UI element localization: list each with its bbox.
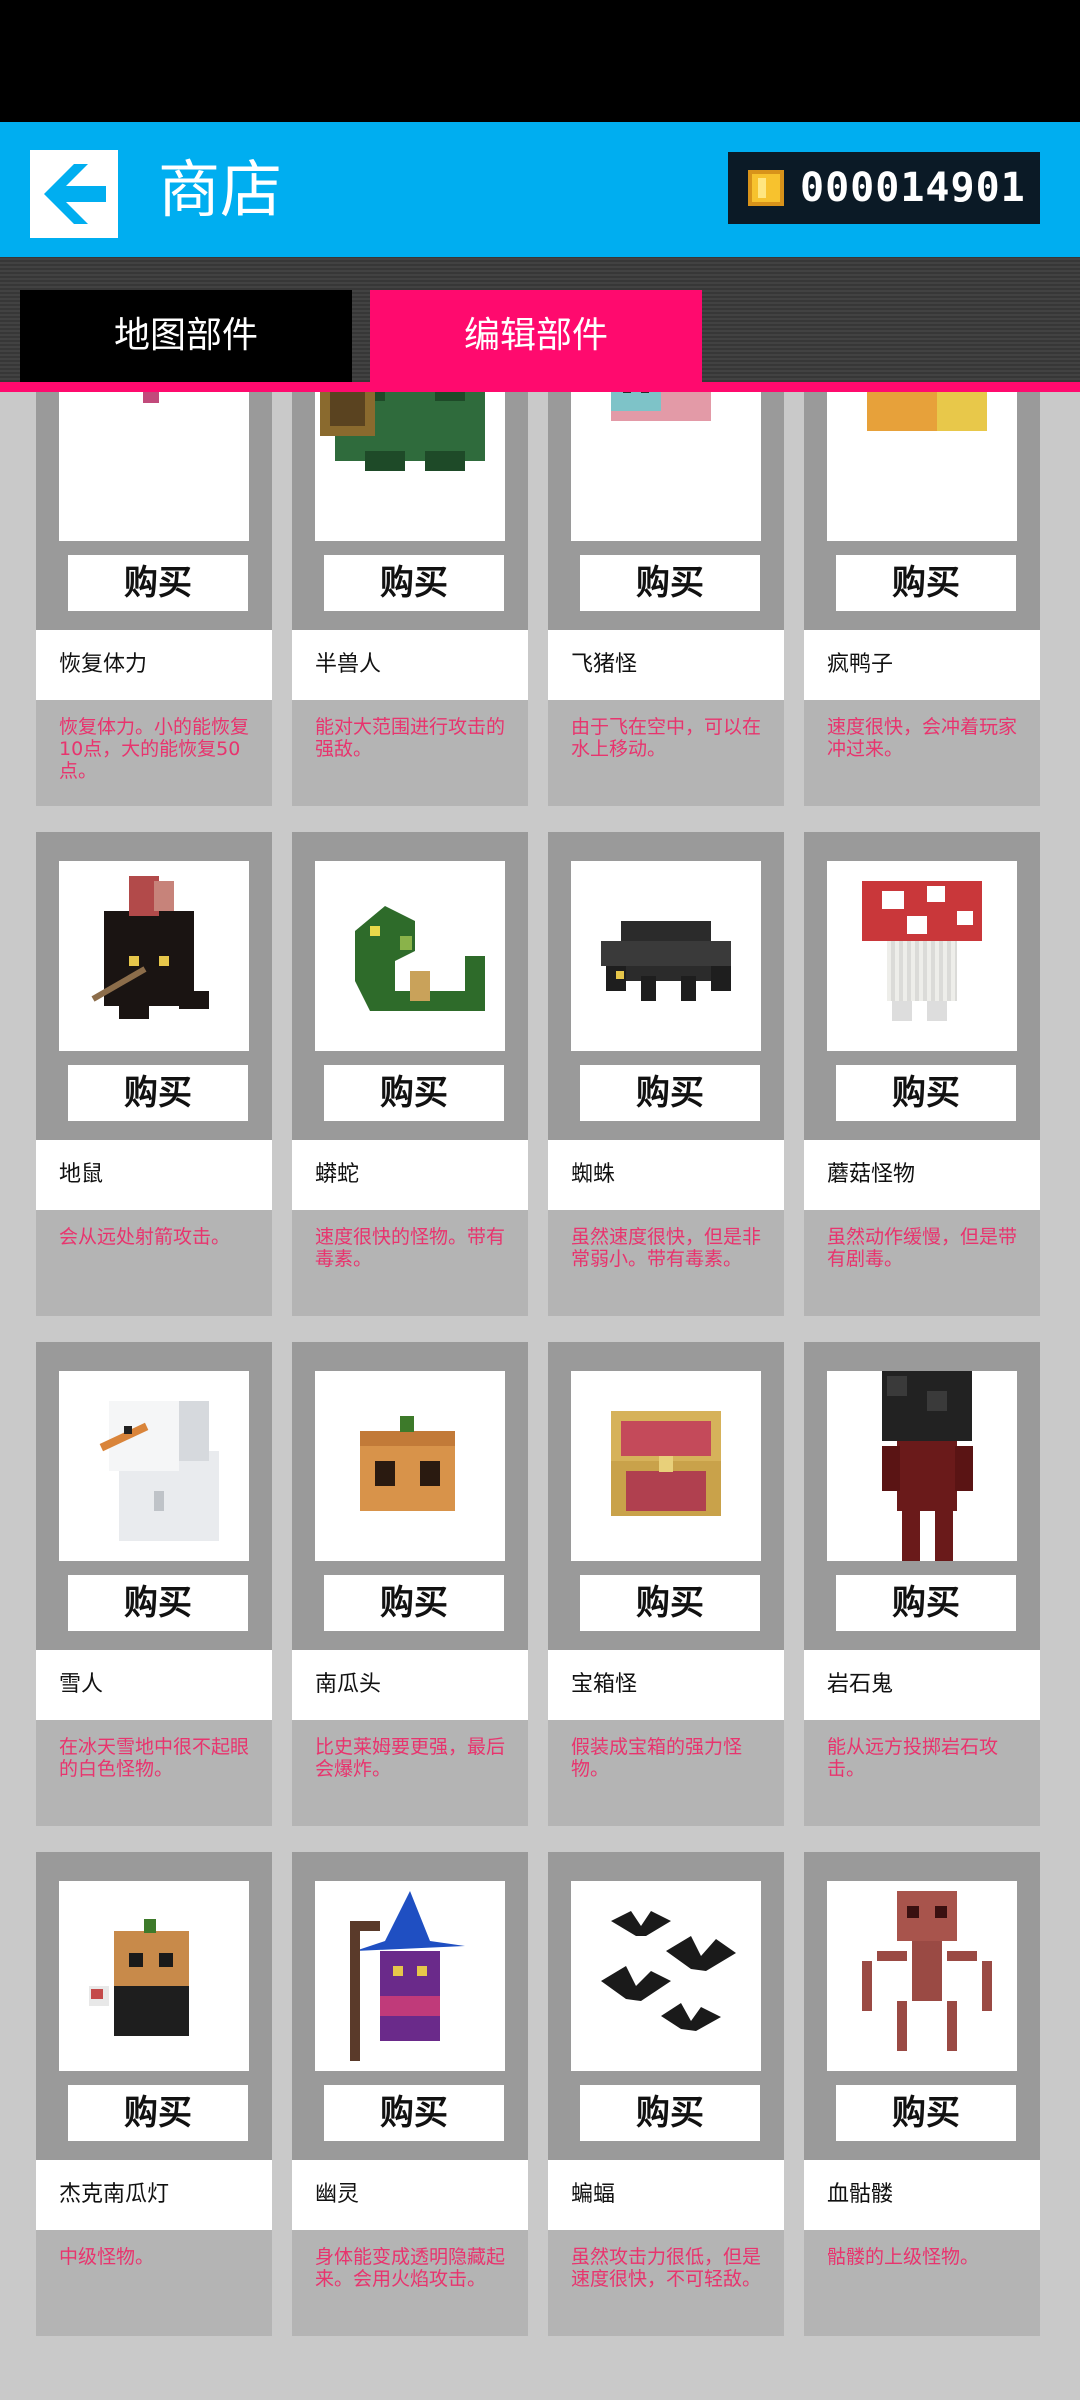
item-name: 雪人 bbox=[36, 1650, 272, 1720]
item-description: 恢复体力。小的能恢复10点，大的能恢复50点。 bbox=[59, 716, 250, 782]
item-description: 由于飞在空中，可以在水上移动。 bbox=[571, 716, 762, 760]
buy-button[interactable]: 购买 bbox=[68, 1065, 248, 1121]
item-name: 恢复体力 bbox=[36, 630, 272, 700]
buy-button[interactable]: 购买 bbox=[68, 2085, 248, 2141]
item-description: 在冰天雪地中很不起眼的白色怪物。 bbox=[59, 1736, 250, 1780]
item-description: 虽然速度很快，但是非常弱小。带有毒素。 bbox=[571, 1226, 762, 1270]
shop-item-card: 购买幽灵身体能变成透明隐藏起来。会用火焰攻击。 bbox=[292, 1852, 528, 2336]
item-name: 幽灵 bbox=[292, 2160, 528, 2230]
item-description: 会从远处射箭攻击。 bbox=[59, 1226, 231, 1248]
item-description: 能从远方投掷岩石攻击。 bbox=[827, 1736, 999, 1780]
shop-item-card: 购买地鼠会从远处射箭攻击。 bbox=[36, 832, 272, 1316]
shop-item-card: 购买杰克南瓜灯中级怪物。 bbox=[36, 1852, 272, 2336]
shop-item-card: 购买血骷髅骷髅的上级怪物。 bbox=[804, 1852, 1040, 2336]
buy-button[interactable]: 购买 bbox=[324, 2085, 504, 2141]
buy-button[interactable]: 购买 bbox=[324, 555, 504, 611]
mole-archer-icon bbox=[59, 861, 249, 1051]
mimic-chest-icon bbox=[571, 1371, 761, 1561]
shop-item-card: 购买南瓜头比史莱姆要更强，最后会爆炸。 bbox=[292, 1342, 528, 1826]
item-name: 杰克南瓜灯 bbox=[36, 2160, 272, 2230]
rock-ghost-icon bbox=[827, 1371, 1017, 1561]
shop-item-card: 购买飞猪怪由于飞在空中，可以在水上移动。 bbox=[548, 392, 784, 806]
shop-item-card: 购买蟒蛇速度很快的怪物。带有毒素。 bbox=[292, 832, 528, 1316]
item-name: 血骷髅 bbox=[804, 2160, 1040, 2230]
back-arrow-icon bbox=[44, 164, 106, 224]
buy-button[interactable]: 购买 bbox=[836, 555, 1016, 611]
item-name: 半兽人 bbox=[292, 630, 528, 700]
shop-item-card: 购买蘑菇怪物虽然动作缓慢，但是带有剧毒。 bbox=[804, 832, 1040, 1316]
crazy-duck-icon bbox=[827, 392, 1017, 541]
item-name: 蘑菇怪物 bbox=[804, 1140, 1040, 1210]
item-description: 虽然攻击力很低，但是速度很快，不可轻敌。 bbox=[571, 2246, 762, 2290]
item-name: 岩石鬼 bbox=[804, 1650, 1040, 1720]
shop-item-card: 购买宝箱怪假装成宝箱的强力怪物。 bbox=[548, 1342, 784, 1826]
item-description: 中级怪物。 bbox=[59, 2246, 155, 2268]
spider-icon bbox=[571, 861, 761, 1051]
buy-button[interactable]: 购买 bbox=[836, 2085, 1016, 2141]
item-name: 飞猪怪 bbox=[548, 630, 784, 700]
coin-counter: 000014901 bbox=[728, 152, 1040, 224]
item-name: 地鼠 bbox=[36, 1140, 272, 1210]
coin-icon bbox=[748, 170, 784, 206]
item-name: 蝙蝠 bbox=[548, 2160, 784, 2230]
item-name: 宝箱怪 bbox=[548, 1650, 784, 1720]
shop-item-card: 购买岩石鬼能从远方投掷岩石攻击。 bbox=[804, 1342, 1040, 1826]
jack-o-lantern-icon bbox=[59, 1881, 249, 2071]
shop-item-card: 购买疯鸭子速度很快，会冲着玩家冲过来。 bbox=[804, 392, 1040, 806]
item-name: 疯鸭子 bbox=[804, 630, 1040, 700]
buy-button[interactable]: 购买 bbox=[324, 1575, 504, 1631]
tab-edit-parts[interactable]: 编辑部件 bbox=[370, 290, 702, 382]
tab-underline bbox=[0, 382, 1080, 392]
item-description: 骷髅的上级怪物。 bbox=[827, 2246, 980, 2268]
shop-item-card: 购买恢复体力恢复体力。小的能恢复10点，大的能恢复50点。 bbox=[36, 392, 272, 806]
shop-item-card: 购买半兽人能对大范围进行攻击的强敌。 bbox=[292, 392, 528, 806]
bats-icon bbox=[571, 1881, 761, 2071]
coin-value: 000014901 bbox=[800, 165, 1026, 211]
buy-button[interactable]: 购买 bbox=[324, 1065, 504, 1121]
buy-button[interactable]: 购买 bbox=[836, 1065, 1016, 1121]
tab-map-parts[interactable]: 地图部件 bbox=[20, 290, 352, 382]
buy-button[interactable]: 购买 bbox=[580, 2085, 760, 2141]
buy-button[interactable]: 购买 bbox=[580, 1065, 760, 1121]
shop-item-card: 购买蜘蛛虽然速度很快，但是非常弱小。带有毒素。 bbox=[548, 832, 784, 1316]
item-description: 速度很快的怪物。带有毒素。 bbox=[315, 1226, 506, 1270]
orc-icon bbox=[315, 392, 505, 541]
pink-heart-icon bbox=[59, 392, 249, 541]
shop-item-card: 购买蝙蝠虽然攻击力很低，但是速度很快，不可轻敌。 bbox=[548, 1852, 784, 2336]
page-title: 商店 bbox=[158, 153, 283, 226]
buy-button[interactable]: 购买 bbox=[836, 1575, 1016, 1631]
buy-button[interactable]: 购买 bbox=[68, 1575, 248, 1631]
wizard-ghost-icon bbox=[315, 1881, 505, 2071]
blood-skeleton-icon bbox=[827, 1881, 1017, 2071]
shop-item-card: 购买雪人在冰天雪地中很不起眼的白色怪物。 bbox=[36, 1342, 272, 1826]
item-description: 身体能变成透明隐藏起来。会用火焰攻击。 bbox=[315, 2246, 506, 2290]
pumpkin-head-icon bbox=[315, 1371, 505, 1561]
buy-button[interactable]: 购买 bbox=[68, 555, 248, 611]
item-description: 能对大范围进行攻击的强敌。 bbox=[315, 716, 506, 760]
item-name: 蜘蛛 bbox=[548, 1140, 784, 1210]
item-description: 比史莱姆要更强，最后会爆炸。 bbox=[315, 1736, 506, 1780]
snowman-icon bbox=[59, 1371, 249, 1561]
back-button[interactable] bbox=[30, 150, 118, 238]
item-description: 虽然动作缓慢，但是带有剧毒。 bbox=[827, 1226, 1018, 1270]
buy-button[interactable]: 购买 bbox=[580, 1575, 760, 1631]
status-bar bbox=[0, 0, 1080, 122]
item-name: 南瓜头 bbox=[292, 1650, 528, 1720]
flying-pig-icon bbox=[571, 392, 761, 541]
tab-bar: 地图部件 编辑部件 bbox=[0, 257, 1080, 392]
mushroom-monster-icon bbox=[827, 861, 1017, 1051]
buy-button[interactable]: 购买 bbox=[580, 555, 760, 611]
python-icon bbox=[315, 861, 505, 1051]
item-description: 速度很快，会冲着玩家冲过来。 bbox=[827, 716, 1018, 760]
item-grid-scroll[interactable]: 购买 恢复体力 恢复体力。小的能恢复10点，大的能恢复50点。 购买 半兽人 能对大范围进… bbox=[0, 392, 1080, 2400]
item-name: 蟒蛇 bbox=[292, 1140, 528, 1210]
app-header: 商店 000014901 bbox=[0, 122, 1080, 257]
item-description: 假装成宝箱的强力怪物。 bbox=[571, 1736, 743, 1780]
